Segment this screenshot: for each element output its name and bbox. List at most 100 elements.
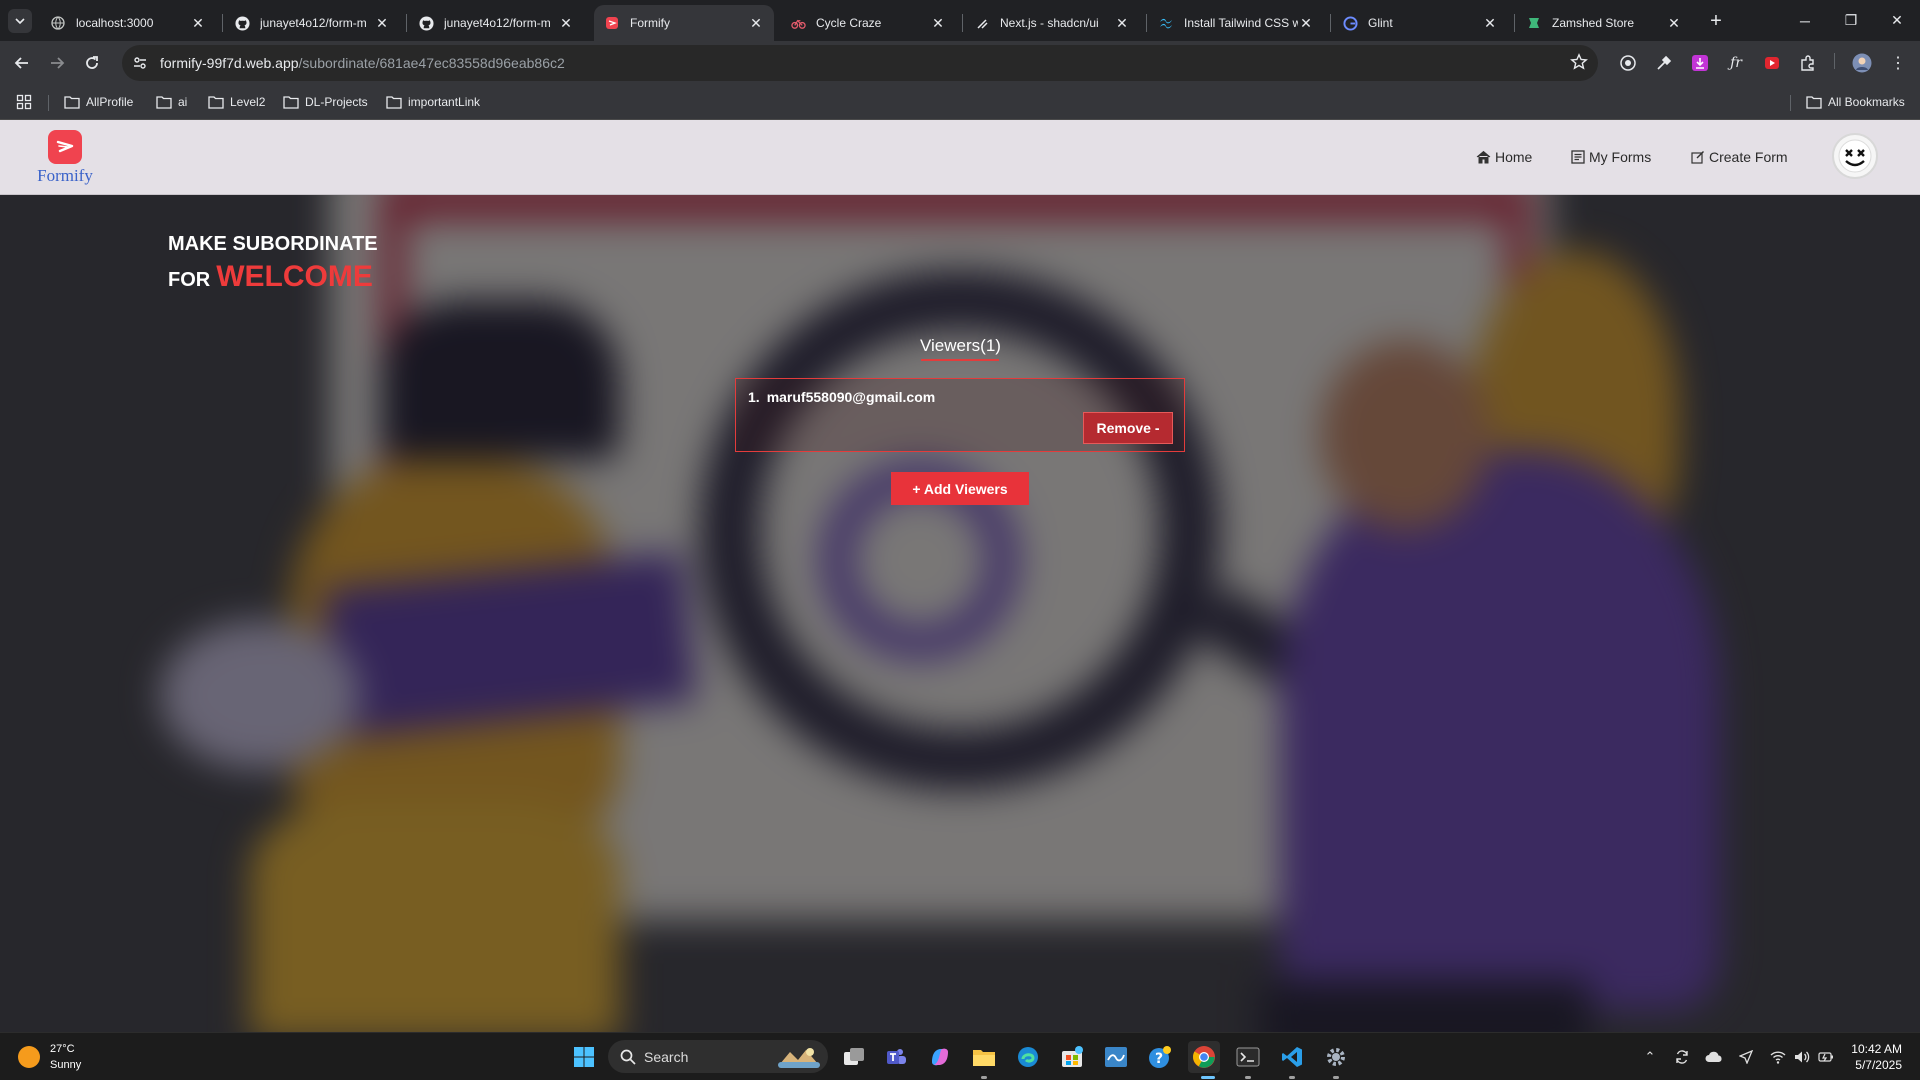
headline-line-1: MAKE SUBORDINATE [168, 233, 378, 255]
copilot-icon[interactable] [924, 1041, 956, 1073]
close-tab-icon[interactable]: ✕ [748, 15, 764, 31]
chrome-icon[interactable] [1188, 1041, 1220, 1073]
bookmark-star-icon[interactable] [1570, 53, 1588, 76]
add-viewers-button[interactable]: + Add Viewers [891, 472, 1029, 505]
bookmark-folder[interactable]: ai [156, 91, 187, 113]
browser-menu-icon[interactable]: ⋮ [1886, 51, 1910, 75]
settings-gear-icon[interactable] [1320, 1041, 1352, 1073]
tab-title: localhost:3000 [76, 16, 154, 30]
tab-search-button[interactable] [8, 9, 32, 33]
browser-tab[interactable]: Install Tailwind CSS w ✕ [1148, 5, 1324, 41]
clock-date: 5/7/2025 [1855, 1058, 1902, 1072]
windows-start-icon[interactable] [568, 1041, 600, 1073]
chevron-up-icon[interactable]: ⌃ [1640, 1047, 1660, 1067]
download-extension-icon[interactable] [1688, 51, 1712, 75]
help-icon[interactable]: ? [1144, 1041, 1176, 1073]
all-bookmarks-label: All Bookmarks [1828, 95, 1905, 109]
all-bookmarks-button[interactable]: All Bookmarks [1806, 91, 1905, 113]
remove-viewer-button[interactable]: Remove - [1083, 412, 1173, 444]
bookmark-folder[interactable]: AllProfile [64, 91, 133, 113]
windows-taskbar: 27°C Sunny Search ? ⌃ 10:42 AM 5/7/2025 [0, 1032, 1920, 1080]
extensions-puzzle-icon[interactable] [1796, 51, 1820, 75]
close-tab-icon[interactable]: ✕ [1298, 15, 1314, 31]
apps-grid-icon[interactable] [16, 91, 38, 113]
active-app-indicator [1201, 1076, 1215, 1079]
taskbar-search[interactable]: Search [608, 1040, 828, 1073]
viewers-heading: Viewers(1) [920, 336, 1001, 355]
bookmarks-divider [48, 95, 49, 111]
headline-highlight: WELCOME [216, 260, 373, 293]
tab-divider [1330, 14, 1331, 32]
file-explorer-icon[interactable] [968, 1041, 1000, 1073]
tab-title: Install Tailwind CSS w [1184, 16, 1298, 30]
browser-tab[interactable]: Cycle Craze ✕ [780, 5, 956, 41]
tab-title: Formify [630, 16, 670, 30]
close-tab-icon[interactable]: ✕ [558, 15, 574, 31]
close-tab-icon[interactable]: ✕ [374, 15, 390, 31]
location-arrow-icon[interactable] [1736, 1047, 1756, 1067]
profile-avatar-icon[interactable] [1850, 51, 1874, 75]
volume-icon[interactable] [1792, 1047, 1812, 1067]
onedrive-cloud-icon[interactable] [1704, 1047, 1724, 1067]
bookmarks-bar: AllProfile ai Level2 DL-Projects importa… [0, 85, 1920, 120]
close-tab-icon[interactable]: ✕ [1482, 15, 1498, 31]
teams-icon[interactable] [880, 1041, 912, 1073]
globe-icon [50, 15, 66, 31]
mysql-workbench-icon[interactable] [1100, 1041, 1132, 1073]
microsoft-store-icon[interactable] [1056, 1041, 1088, 1073]
close-tab-icon[interactable]: ✕ [1666, 15, 1682, 31]
folder-icon [208, 96, 224, 109]
restore-window-icon[interactable]: ❐ [1828, 0, 1874, 41]
browser-tab[interactable]: Glint ✕ [1332, 5, 1508, 41]
new-tab-button[interactable]: + [1702, 9, 1730, 33]
close-window-icon[interactable]: ✕ [1874, 0, 1920, 41]
viewer-email: 1. maruf558090@gmail.com [748, 389, 935, 405]
color-picker-icon[interactable] [1652, 51, 1676, 75]
browser-tab[interactable]: junayet4o12/form-m ✕ [224, 5, 400, 41]
tab-title: junayet4o12/form-m [444, 16, 551, 30]
browser-toolbar: formify-99f7d.web.app/subordinate/681ae4… [0, 41, 1920, 85]
browser-tab[interactable]: Zamshed Store ✕ [1516, 5, 1692, 41]
close-tab-icon[interactable]: ✕ [930, 15, 946, 31]
battery-icon[interactable] [1816, 1047, 1836, 1067]
browser-tab-active[interactable]: Formify ✕ [594, 5, 774, 41]
minimize-window-icon[interactable]: ─ [1782, 0, 1828, 41]
bookmark-folder[interactable]: DL-Projects [283, 91, 368, 113]
vscode-icon[interactable] [1276, 1041, 1308, 1073]
bookmark-label: importantLink [408, 95, 481, 109]
running-indicator [1245, 1076, 1251, 1079]
edge-icon[interactable] [1012, 1041, 1044, 1073]
weather-widget[interactable]: 27°C Sunny [18, 1041, 81, 1073]
headline-line-2: FOR WELCOME [168, 260, 378, 294]
taskbar-search-label: Search [644, 1048, 689, 1065]
folder-icon [386, 96, 402, 109]
tab-divider [222, 14, 223, 32]
clock-time: 10:42 AM [1851, 1042, 1902, 1056]
reload-icon[interactable] [78, 49, 106, 77]
close-tab-icon[interactable]: ✕ [1114, 15, 1130, 31]
bookmark-folder[interactable]: Level2 [208, 91, 265, 113]
browser-tab[interactable]: Next.js - shadcn/ui ✕ [964, 5, 1140, 41]
back-arrow-icon[interactable] [8, 49, 36, 77]
youtube-extension-icon[interactable] [1760, 51, 1784, 75]
close-tab-icon[interactable]: ✕ [190, 15, 206, 31]
site-settings-icon[interactable] [126, 49, 154, 77]
browser-tab[interactable]: localhost:3000 ✕ [40, 5, 216, 41]
tab-title: junayet4o12/form-m [260, 16, 367, 30]
tab-title: Glint [1368, 16, 1393, 30]
sync-icon[interactable] [1672, 1047, 1692, 1067]
taskbar-clock[interactable]: 10:42 AM 5/7/2025 [1838, 1041, 1902, 1073]
forward-arrow-icon[interactable] [43, 49, 71, 77]
svg-text:?: ? [1155, 1051, 1163, 1067]
function-extension-icon[interactable]: ƒr [1724, 51, 1748, 75]
wifi-icon[interactable] [1768, 1047, 1788, 1067]
address-bar[interactable]: formify-99f7d.web.app/subordinate/681ae4… [122, 45, 1598, 81]
bookmark-folder[interactable]: importantLink [386, 91, 480, 113]
store-icon [1526, 15, 1542, 31]
extension-target-icon[interactable] [1616, 51, 1640, 75]
github-icon [234, 15, 250, 31]
terminal-icon[interactable] [1232, 1041, 1264, 1073]
task-view-icon[interactable] [838, 1041, 870, 1073]
url-text: formify-99f7d.web.app/subordinate/681ae4… [160, 55, 565, 71]
browser-tab[interactable]: junayet4o12/form-m ✕ [408, 5, 584, 41]
